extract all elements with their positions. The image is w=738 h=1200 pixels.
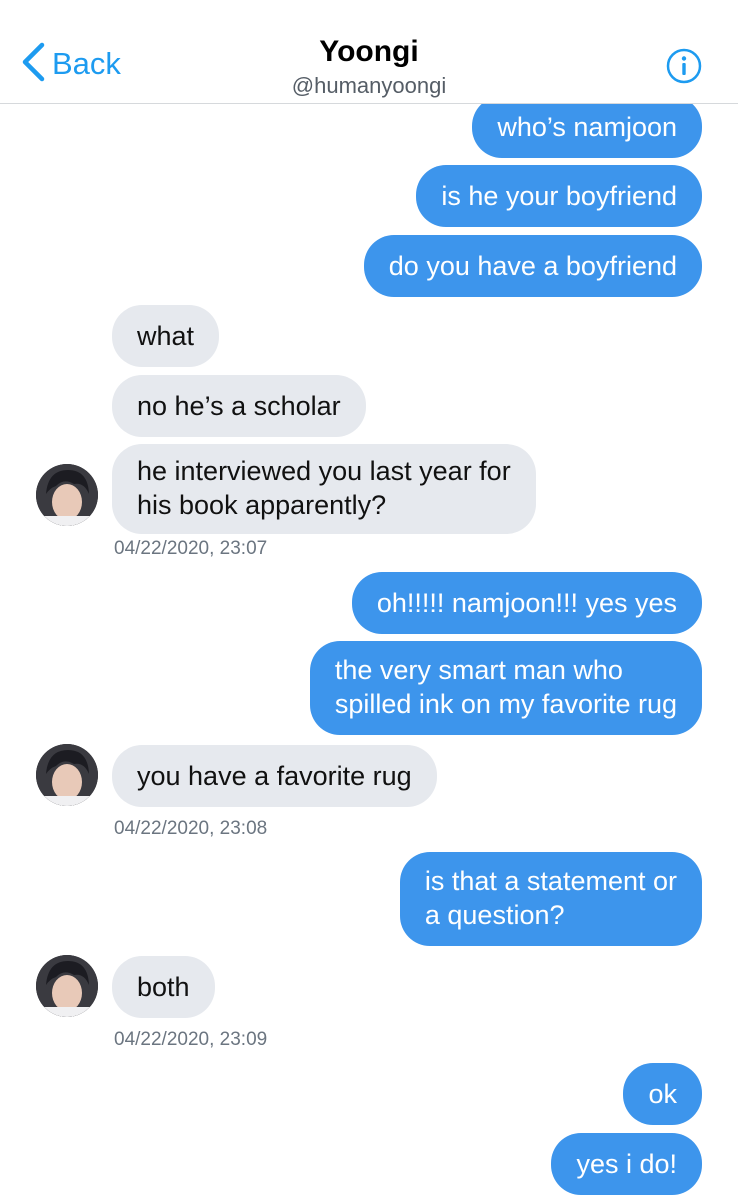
info-button[interactable] (666, 48, 702, 84)
outgoing-message-bubble[interactable]: the very smart man who spilled ink on my… (309, 641, 702, 735)
message-row-outgoing: is he your boyfriend (416, 165, 702, 227)
avatar[interactable] (36, 464, 98, 526)
message-row-incoming: he interviewed you last year for his boo… (112, 444, 536, 534)
conversation-header: Back Yoongi @humanyoongi (0, 0, 738, 104)
message-timestamp: 04/22/2020, 23:07 (114, 538, 268, 559)
incoming-message-bubble[interactable]: he interviewed you last year for his boo… (112, 444, 536, 534)
message-row-incoming: no he’s a scholar (112, 375, 366, 437)
message-row-outgoing: who’s namjoon (472, 96, 702, 158)
message-row-incoming: what (112, 305, 220, 367)
contact-name: Yoongi (319, 35, 419, 68)
contact-handle: @humanyoongi (291, 73, 447, 98)
message-row-outgoing: the very smart man who spilled ink on my… (309, 641, 702, 735)
avatar[interactable] (36, 744, 98, 806)
incoming-message-bubble[interactable]: no he’s a scholar (112, 375, 366, 437)
dm-conversation-screen: who’s namjoon is he your boyfriend do yo… (0, 0, 738, 1200)
outgoing-message-bubble[interactable]: is he your boyfriend (416, 165, 702, 227)
outgoing-message-bubble[interactable]: ok (623, 1063, 702, 1125)
message-row-outgoing: oh!!!!! namjoon!!! yes yes (351, 572, 702, 634)
message-row-outgoing: ok (623, 1063, 702, 1125)
incoming-message-bubble[interactable]: both (112, 956, 215, 1018)
outgoing-message-bubble[interactable]: who’s namjoon (472, 96, 702, 158)
message-timestamp: 04/22/2020, 23:09 (114, 1029, 268, 1050)
message-row-outgoing: yes i do! (551, 1133, 702, 1195)
avatar[interactable] (36, 955, 98, 1017)
outgoing-message-bubble[interactable]: oh!!!!! namjoon!!! yes yes (351, 572, 702, 634)
message-row-incoming: you have a favorite rug (112, 745, 437, 807)
incoming-message-bubble[interactable]: you have a favorite rug (112, 745, 437, 807)
message-row-outgoing: is that a statement or a question? (399, 852, 702, 946)
outgoing-message-bubble[interactable]: yes i do! (551, 1133, 702, 1195)
message-timestamp: 04/22/2020, 23:08 (114, 818, 268, 839)
incoming-message-bubble[interactable]: what (112, 305, 220, 367)
outgoing-message-bubble[interactable]: is that a statement or a question? (399, 852, 702, 946)
conversation-title-block[interactable]: Yoongi @humanyoongi (0, 34, 738, 100)
info-icon (666, 48, 702, 88)
message-thread[interactable]: who’s namjoon is he your boyfriend do yo… (0, 0, 738, 1200)
outgoing-message-bubble[interactable]: do you have a boyfriend (363, 235, 702, 297)
message-row-outgoing: do you have a boyfriend (363, 235, 702, 297)
message-row-incoming: both (112, 956, 215, 1018)
